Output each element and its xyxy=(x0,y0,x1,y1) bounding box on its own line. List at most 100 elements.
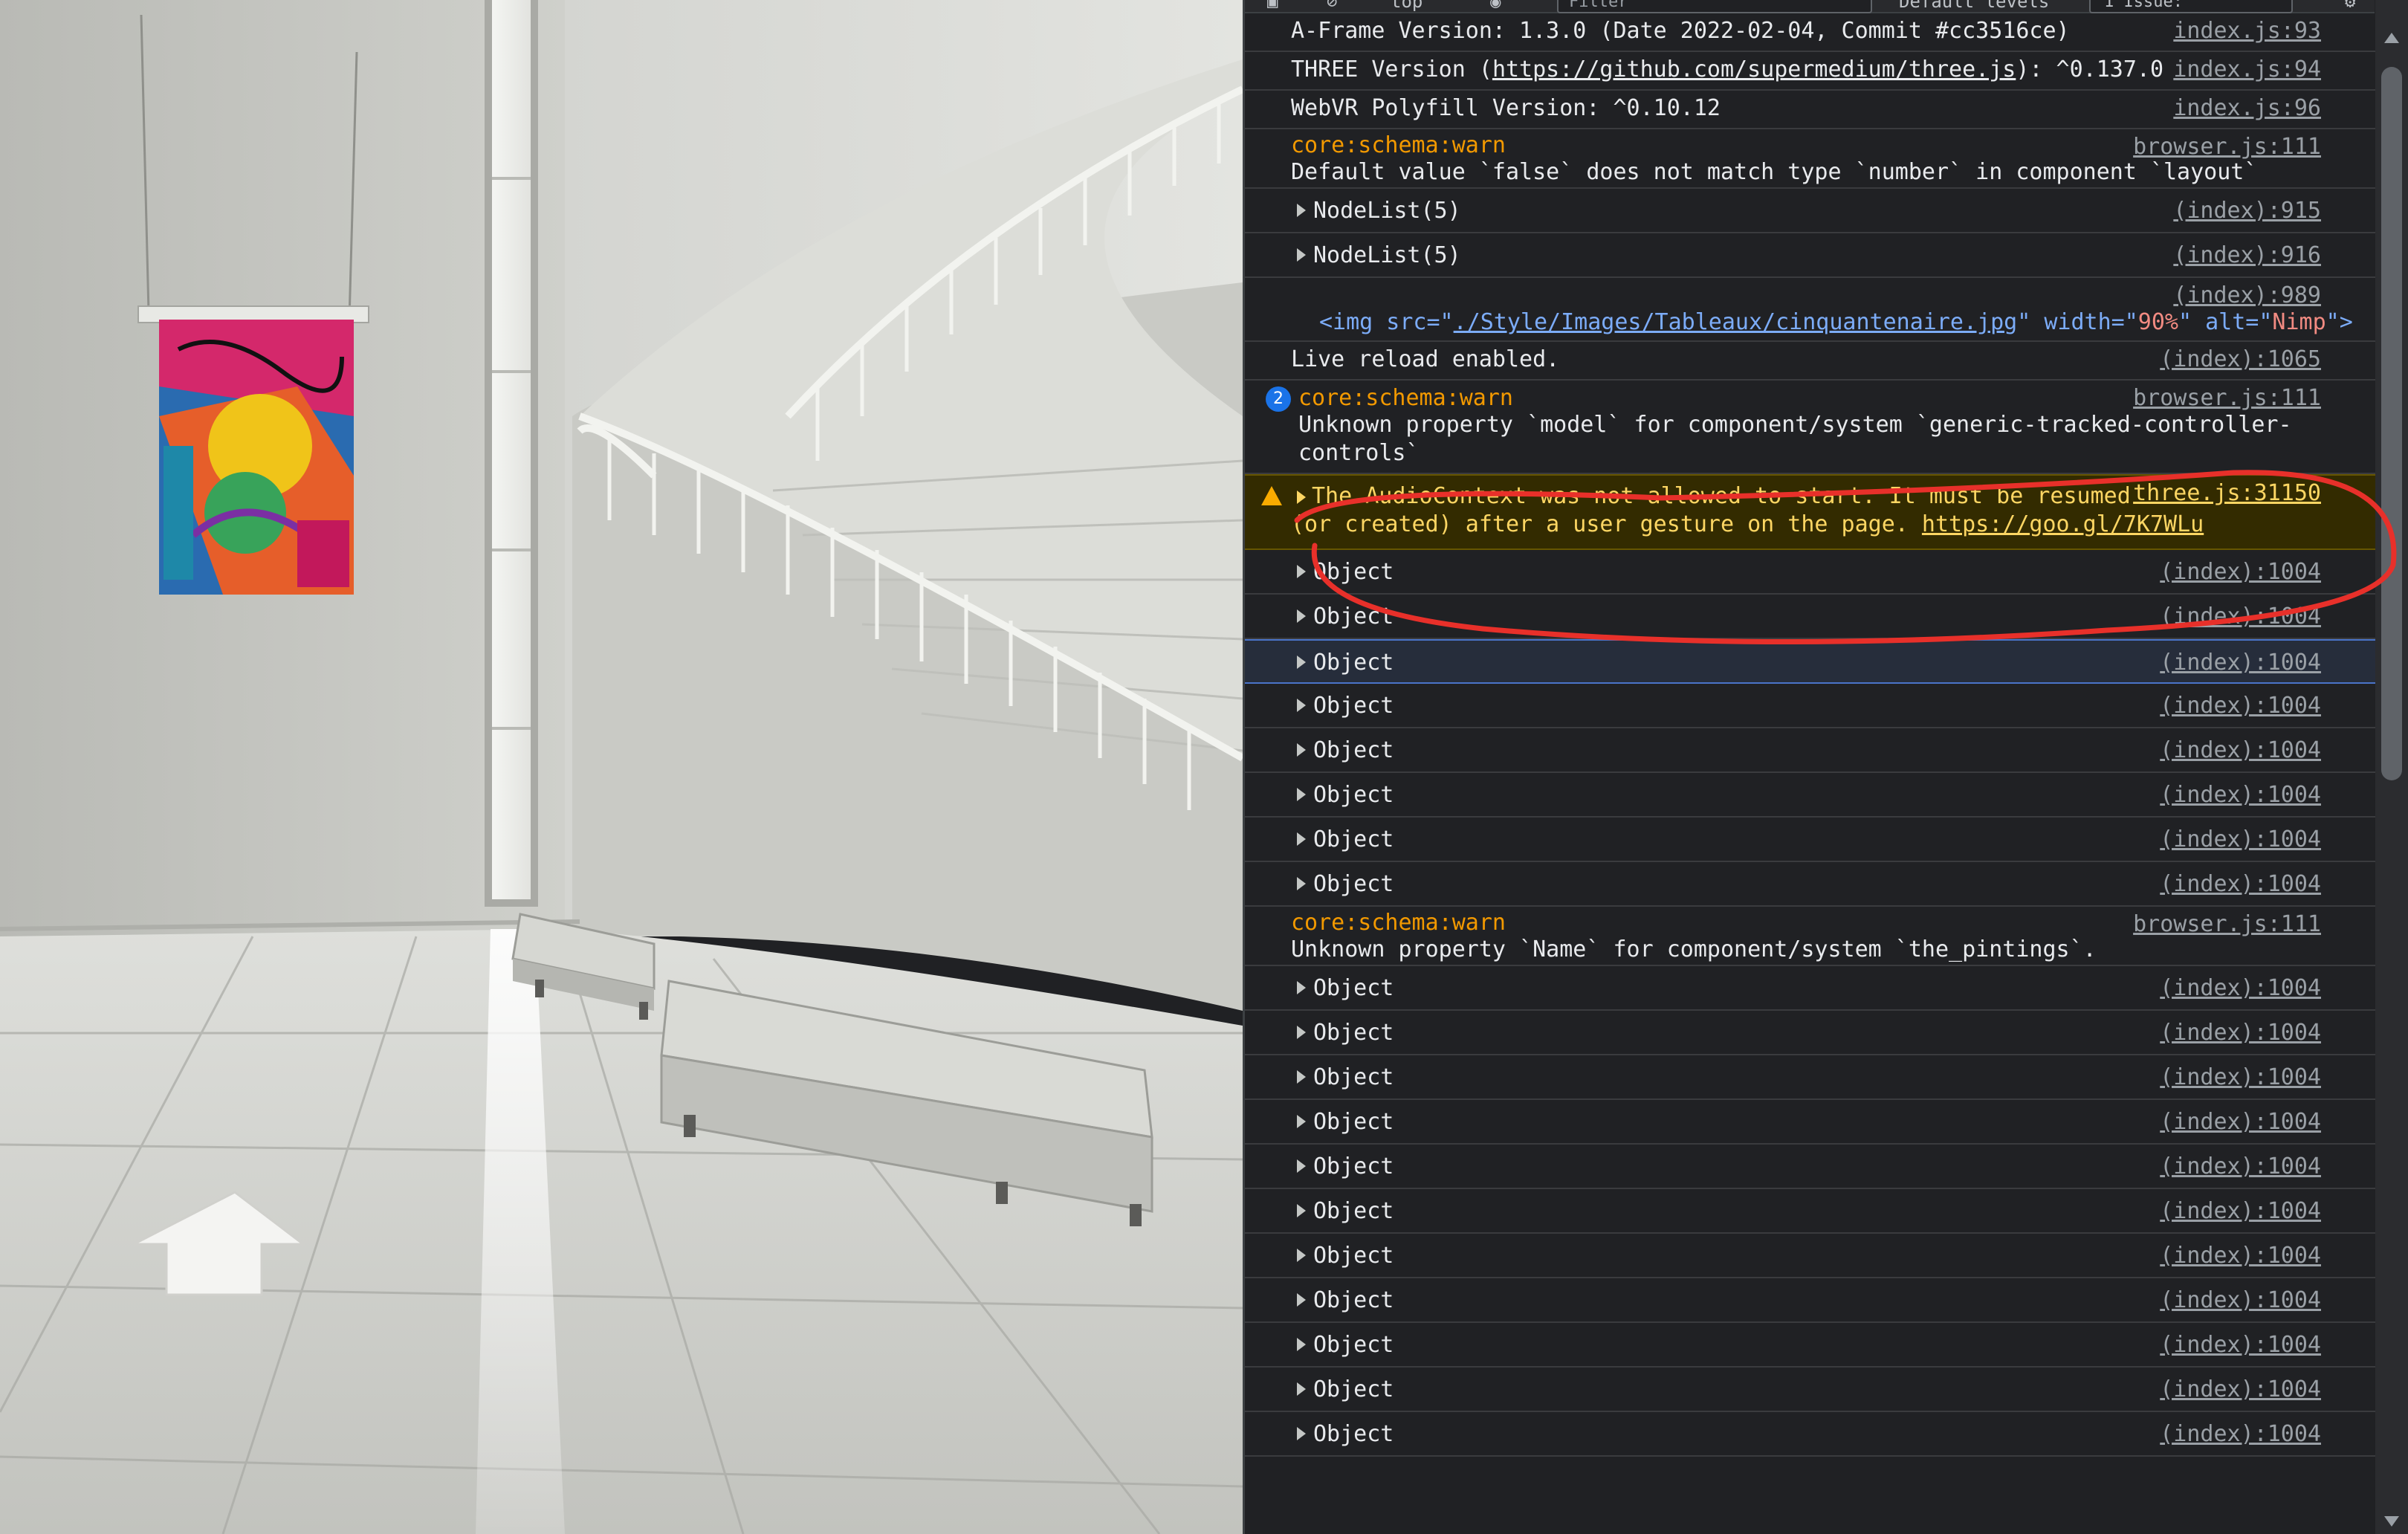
console-row: The AudioContext was not allowed to star… xyxy=(1245,474,2378,550)
console-row: core:schema:warn Default value `false` do… xyxy=(1245,129,2378,189)
expand-triangle-icon[interactable] xyxy=(1297,981,1306,994)
console-row[interactable]: Object (index):1004 xyxy=(1245,595,2378,639)
source-link[interactable]: (index):1004 xyxy=(2160,1152,2321,1182)
expand-triangle-icon[interactable] xyxy=(1297,565,1306,578)
console-row[interactable]: Object (index):1004 xyxy=(1245,1368,2378,1412)
sidebar-toggle-icon[interactable]: ▣ xyxy=(1267,0,1278,12)
source-link[interactable]: (index):1004 xyxy=(2160,557,2321,587)
console-row[interactable]: Object (index):1004 xyxy=(1245,1412,2378,1457)
console-row[interactable]: Object (index):1004 xyxy=(1245,773,2378,818)
log-message: The AudioContext was not allowed to star… xyxy=(1312,483,2131,509)
expand-triangle-icon[interactable] xyxy=(1297,1338,1306,1351)
source-link[interactable]: (index):1004 xyxy=(2160,1286,2321,1315)
console-row[interactable]: Object (index):1004 xyxy=(1245,1055,2378,1100)
console-row[interactable]: Object (index):1004 xyxy=(1245,1100,2378,1145)
console-row[interactable]: Object (index):1004 xyxy=(1245,1234,2378,1278)
console-row[interactable]: Object (index):1004 xyxy=(1245,862,2378,907)
navigation-arrow-icon[interactable] xyxy=(131,1189,306,1298)
expand-triangle-icon[interactable] xyxy=(1297,1159,1306,1173)
console-row[interactable]: Object (index):1004 xyxy=(1245,966,2378,1011)
source-link[interactable]: index.js:93 xyxy=(2173,16,2321,46)
source-link[interactable]: three.js:31150 xyxy=(2133,479,2321,508)
expand-triangle-icon[interactable] xyxy=(1297,1293,1306,1307)
log-levels-dropdown[interactable]: Default levels xyxy=(1899,0,2049,12)
log-message: Object xyxy=(1313,1287,1394,1313)
source-link[interactable]: (index):1004 xyxy=(2160,602,2321,632)
img-src[interactable]: ./Style/Images/Tableaux/cinquantenaire.j… xyxy=(1454,309,2018,335)
console-row[interactable]: Object (index):1004 xyxy=(1245,1278,2378,1323)
source-link[interactable]: (index):1004 xyxy=(2160,1375,2321,1405)
expand-triangle-icon[interactable] xyxy=(1297,1026,1306,1039)
filter-input[interactable]: Filter xyxy=(1557,0,1872,13)
expand-triangle-icon[interactable] xyxy=(1297,248,1306,262)
expand-triangle-icon[interactable] xyxy=(1297,1382,1306,1396)
source-link[interactable]: (index):1004 xyxy=(2160,1197,2321,1226)
source-link[interactable]: (index):1004 xyxy=(2160,1420,2321,1449)
console-row[interactable]: Object (index):1004 xyxy=(1245,1189,2378,1234)
expand-triangle-icon[interactable] xyxy=(1297,1115,1306,1128)
console-row[interactable]: Object (index):1004 xyxy=(1245,550,2378,595)
source-link[interactable]: (index):1004 xyxy=(2160,1107,2321,1137)
source-link[interactable]: (index):1065 xyxy=(2160,345,2321,375)
expand-triangle-icon[interactable] xyxy=(1297,877,1306,890)
console-row[interactable]: Object (index):1004 xyxy=(1245,1145,2378,1189)
expand-triangle-icon[interactable] xyxy=(1297,491,1306,504)
source-link[interactable]: (index):1004 xyxy=(2160,1063,2321,1093)
scrollbar-thumb[interactable] xyxy=(2381,67,2402,780)
settings-gear-icon[interactable]: ⚙ xyxy=(2345,0,2355,12)
source-link[interactable]: (index):1004 xyxy=(2160,1018,2321,1048)
source-link[interactable]: (index):1004 xyxy=(2160,870,2321,899)
console-row[interactable]: NodeList(5) (index):916 xyxy=(1245,233,2378,278)
source-link[interactable]: browser.js:111 xyxy=(2133,910,2321,939)
console-row[interactable]: Object (index):1004 xyxy=(1245,1323,2378,1368)
img-tag-close: "> xyxy=(2326,309,2353,335)
source-link[interactable]: browser.js:111 xyxy=(2133,132,2321,162)
source-link[interactable]: (index):1004 xyxy=(2160,780,2321,810)
source-link[interactable]: (index):915 xyxy=(2173,196,2321,226)
source-link[interactable]: (index):1004 xyxy=(2160,825,2321,855)
expand-triangle-icon[interactable] xyxy=(1297,609,1306,623)
console-row[interactable]: Object (index):1004 xyxy=(1245,728,2378,773)
expand-triangle-icon[interactable] xyxy=(1297,743,1306,757)
expand-triangle-icon[interactable] xyxy=(1297,204,1306,217)
expand-triangle-icon[interactable] xyxy=(1297,1249,1306,1262)
scroll-up-arrow-icon[interactable] xyxy=(2384,33,2399,43)
source-link[interactable]: (index):1004 xyxy=(2160,1330,2321,1360)
eye-icon[interactable]: ◉ xyxy=(1490,0,1501,12)
source-link[interactable]: (index):1004 xyxy=(2160,974,2321,1003)
expand-triangle-icon[interactable] xyxy=(1297,656,1306,669)
source-link[interactable]: (index):1004 xyxy=(2160,1241,2321,1271)
console-scrollbar[interactable] xyxy=(2375,0,2408,1534)
source-link[interactable]: index.js:94 xyxy=(2173,55,2321,85)
expand-triangle-icon[interactable] xyxy=(1297,1427,1306,1440)
source-link[interactable]: (index):916 xyxy=(2173,241,2321,271)
source-link[interactable]: (index):1004 xyxy=(2160,648,2321,678)
source-link[interactable]: (index):1004 xyxy=(2160,691,2321,721)
source-link[interactable]: (index):1004 xyxy=(2160,736,2321,766)
console-row[interactable]: Object (index):1004 xyxy=(1245,684,2378,728)
source-link[interactable]: (index):989 xyxy=(2173,281,2321,311)
expand-triangle-icon[interactable] xyxy=(1297,788,1306,801)
expand-triangle-icon[interactable] xyxy=(1297,699,1306,712)
expand-triangle-icon[interactable] xyxy=(1297,832,1306,846)
console-row[interactable]: NodeList(5) (index):915 xyxy=(1245,189,2378,233)
goo-gl-link[interactable]: https://goo.gl/7K7WLu xyxy=(1922,511,2204,537)
console-row[interactable]: Object (index):1004 xyxy=(1245,818,2378,862)
log-message: Object xyxy=(1313,826,1394,852)
console-messages: A-Frame Version: 1.3.0 (Date 2022-02-04,… xyxy=(1245,13,2378,1457)
clear-console-icon[interactable]: ⊘ xyxy=(1327,0,1337,12)
expand-triangle-icon[interactable] xyxy=(1297,1204,1306,1217)
github-link[interactable]: https://github.com/supermedium/three.js xyxy=(1492,56,2016,82)
source-link[interactable]: browser.js:111 xyxy=(2133,384,2321,413)
context-selector[interactable]: top xyxy=(1391,0,1423,12)
console-row[interactable]: Object (index):1004 xyxy=(1245,1011,2378,1055)
expand-triangle-icon[interactable] xyxy=(1297,1070,1306,1084)
source-link[interactable]: index.js:96 xyxy=(2173,94,2321,123)
warn-label: core:schema:warn xyxy=(1298,385,1513,411)
console-row[interactable]: Object (index):1004 xyxy=(1245,639,2378,684)
log-message: Object xyxy=(1313,782,1394,808)
log-message: WebVR Polyfill Version: ^0.10.12 xyxy=(1291,95,1721,121)
scroll-down-arrow-icon[interactable] xyxy=(2384,1516,2399,1527)
issues-button[interactable]: 1 Issue: xyxy=(2089,0,2293,13)
aframe-scene[interactable] xyxy=(0,0,1243,1534)
